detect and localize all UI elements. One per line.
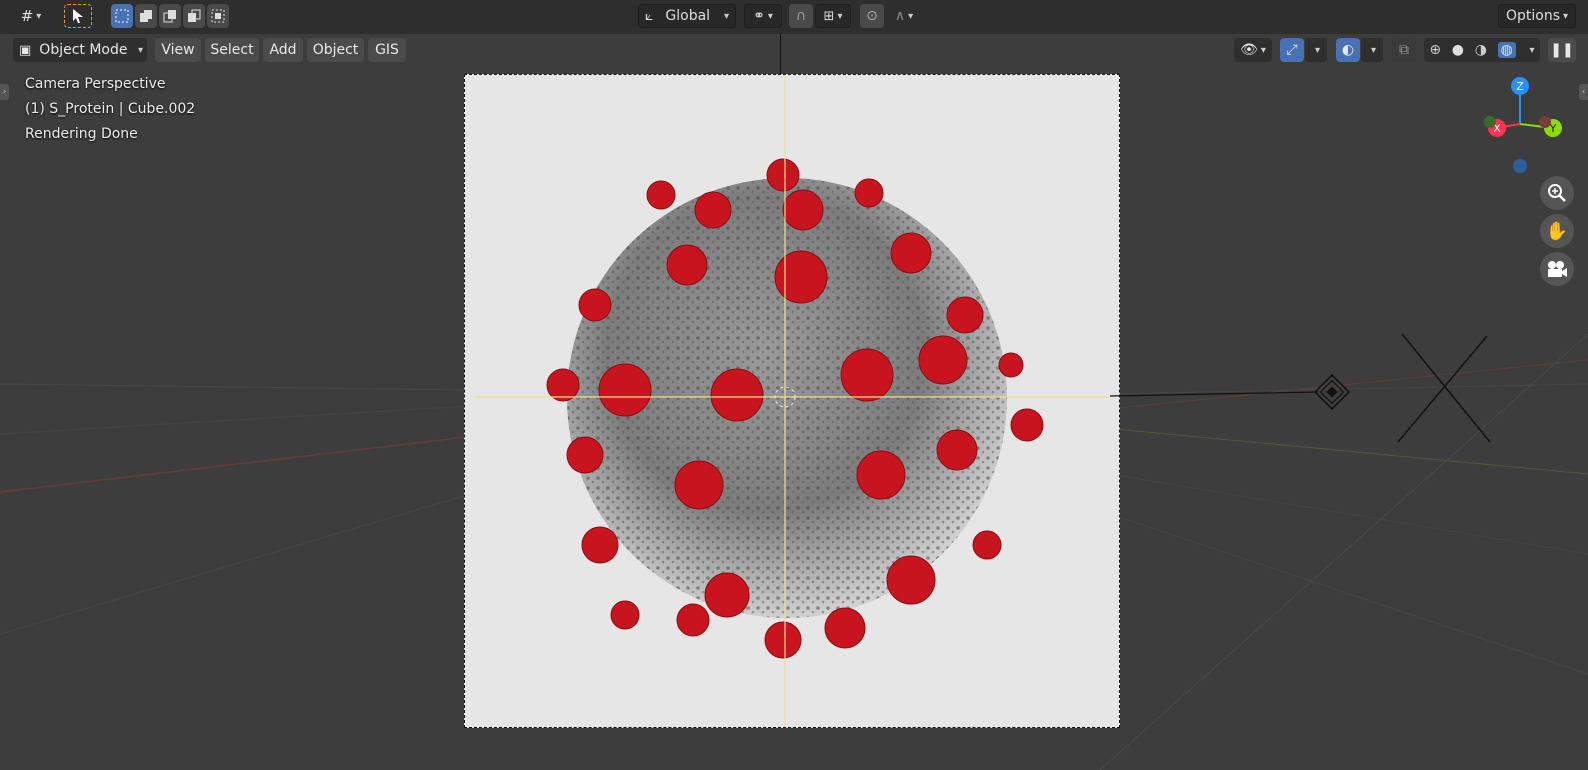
gizmo-dropdown[interactable]: ▾ (1305, 38, 1327, 62)
rendered-shading-icon[interactable]: ◍ (1497, 42, 1516, 58)
chevron-down-icon: ▾ (723, 10, 729, 22)
menu-gis-label: GIS (375, 42, 399, 58)
menu-add-label: Add (269, 42, 297, 58)
render-status-text: Rendering Done (25, 126, 138, 142)
chevron-down-icon[interactable]: ▾ (1530, 45, 1535, 56)
object-mode-label: Object Mode (39, 42, 128, 58)
pause-icon: ❚❚ (1550, 42, 1574, 58)
zoom-button[interactable] (1540, 176, 1574, 210)
active-object-text: (1) S_Protein | Cube.002 (25, 101, 196, 117)
transform-orientation-select[interactable]: ⟀ Global ▾ (638, 4, 736, 28)
snap-target-button[interactable]: ⊞ ▾ (815, 4, 851, 28)
falloff-button[interactable]: ∧ ▾ (886, 4, 922, 28)
orientation-value: Global (665, 8, 711, 24)
select-difference-icon (188, 9, 201, 22)
select-extend-button[interactable] (135, 4, 157, 28)
editor-type-icon: # (20, 7, 34, 25)
gizmo-icon: ⤢ (1286, 42, 1298, 58)
select-tool-button[interactable] (64, 4, 92, 28)
chevron-down-icon: ▾ (137, 44, 143, 56)
orientation-axes-icon: ⟀ (645, 8, 654, 24)
toolbar-expand-arrow[interactable]: › (0, 84, 9, 100)
editor-type-button[interactable]: # ▾ (13, 4, 49, 28)
xray-toggle-button[interactable]: ⧉ (1392, 38, 1416, 62)
overlays-dropdown[interactable]: ▾ (1361, 38, 1383, 62)
chevron-down-icon: ▾ (1370, 44, 1377, 56)
overlays-icon: ◐ (1341, 42, 1355, 58)
menu-object-label: Object (312, 42, 359, 58)
gizmo-toggle-button[interactable]: ⤢ (1280, 38, 1304, 62)
magnet-icon: ∩ (795, 8, 807, 24)
solid-shading-icon[interactable]: ● (1452, 42, 1464, 58)
proportional-circle-icon: ⊙ (866, 8, 878, 24)
gizmo-z-label: Z (1516, 80, 1524, 93)
options-button[interactable]: Options ▾ (1498, 4, 1576, 28)
chevron-down-icon: ▾ (908, 10, 914, 22)
camera-line (780, 34, 781, 74)
hand-icon: ✋ (1545, 220, 1569, 242)
xray-icon: ⧉ (1399, 42, 1409, 58)
menu-add[interactable]: Add (263, 38, 303, 62)
select-subtract-icon (163, 10, 176, 23)
camera-icon (1548, 261, 1567, 277)
select-new-icon (115, 9, 129, 23)
falloff-curve-icon: ∧ (894, 8, 906, 24)
pan-button[interactable]: ✋ (1540, 214, 1574, 248)
chevron-down-icon: ▾ (1563, 10, 1569, 22)
select-new-button[interactable] (111, 4, 133, 28)
camera-view-button[interactable] (1540, 252, 1574, 286)
select-difference-button[interactable] (183, 4, 205, 28)
chevron-down-icon: ▾ (837, 10, 843, 22)
chevron-down-icon: ▾ (1260, 44, 1266, 56)
view-name-text: Camera Perspective (25, 76, 166, 92)
zoom-magnifier-icon (1548, 184, 1566, 202)
eye-icon: 👁 (1240, 42, 1258, 58)
pivot-link-icon: ⚭ (753, 8, 765, 24)
object-mode-select[interactable]: ▣ Object Mode ▾ (13, 38, 147, 62)
navigation-gizmo[interactable]: Z Y X (1470, 72, 1570, 182)
menu-select[interactable]: Select (205, 38, 259, 62)
menu-gis[interactable]: GIS (368, 38, 406, 62)
virus-render (475, 75, 1111, 727)
material-preview-icon[interactable]: ◑ (1475, 42, 1487, 58)
select-extend-icon (140, 10, 152, 22)
snap-toggle-button[interactable]: ∩ (789, 4, 813, 28)
select-intersect-icon (211, 9, 225, 23)
overlays-toggle-button[interactable]: ◐ (1336, 38, 1360, 62)
select-subtract-button[interactable] (159, 4, 181, 28)
pivot-point-button[interactable]: ⚭ ▾ (744, 4, 782, 28)
tool-settings-bar: # ▾ ⟀ Global ▾ ⚭ ▾ ∩ ⊞ ▾ ⊙ ∧ ▾ Options ▾ (0, 0, 1588, 34)
chevron-down-icon: ▾ (767, 10, 773, 22)
menu-select-label: Select (210, 42, 254, 58)
select-intersect-button[interactable] (207, 4, 229, 28)
cursor-arrow-icon (73, 9, 83, 23)
proportional-editing-button[interactable]: ⊙ (860, 4, 884, 28)
chevron-down-icon: ▾ (1314, 44, 1321, 56)
visibility-button[interactable]: 👁 ▾ (1234, 38, 1272, 62)
3d-viewport[interactable]: ▣ Object Mode ▾ View Select Add Object G… (0, 34, 1588, 770)
camera-frame (464, 74, 1120, 728)
shading-mode-group: ⊕ ● ◑ ◍ ▾ (1424, 38, 1540, 62)
wireframe-shading-icon[interactable]: ⊕ (1429, 42, 1441, 58)
menu-object[interactable]: Object (307, 38, 364, 62)
sidebar-expand-arrow[interactable]: ‹ (1579, 84, 1588, 100)
object-mode-icon: ▣ (19, 42, 32, 58)
chevron-down-icon: ▾ (36, 10, 42, 22)
snap-grid-icon: ⊞ (823, 8, 835, 24)
menu-view-label: View (161, 42, 195, 58)
options-label: Options (1505, 8, 1560, 24)
sidebar-toggle-button[interactable]: ❚❚ (1548, 38, 1576, 62)
menu-view[interactable]: View (155, 38, 201, 62)
